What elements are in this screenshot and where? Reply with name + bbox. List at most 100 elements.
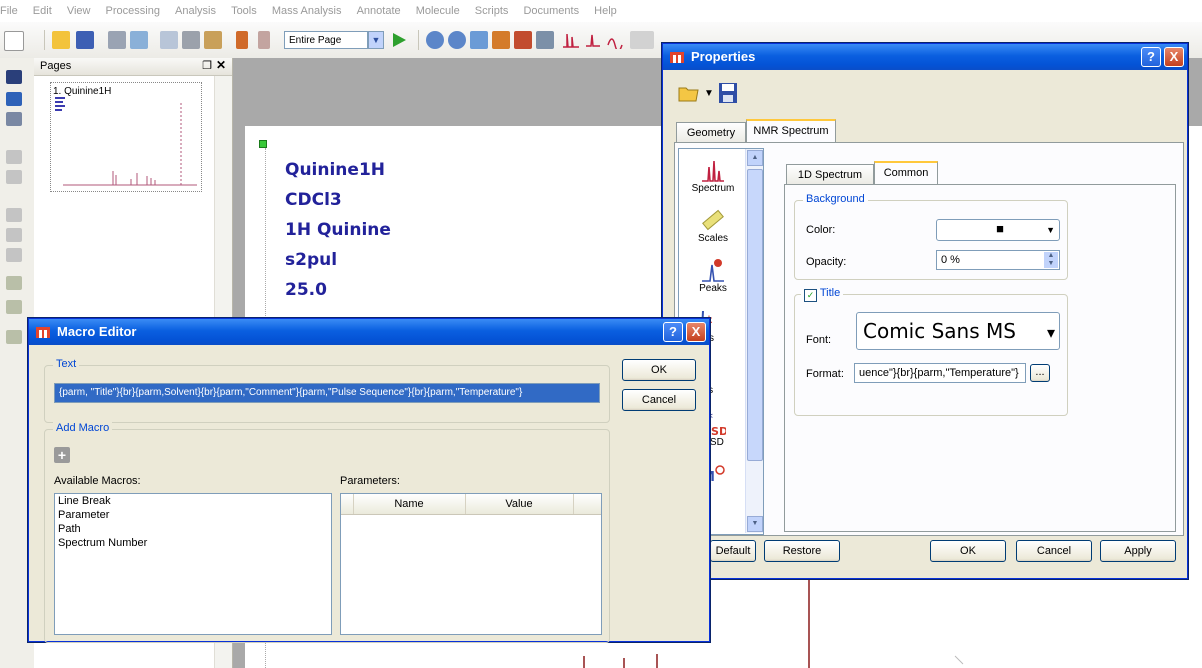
chevron-down-icon[interactable]: ▼ (704, 88, 714, 99)
close-button[interactable]: X (686, 322, 706, 342)
cancel-button[interactable]: Cancel (622, 389, 696, 411)
save-icon[interactable] (76, 31, 94, 49)
edit-icon[interactable] (6, 228, 22, 242)
menu-documents[interactable]: Documents (523, 0, 579, 22)
menu-tools[interactable]: Tools (231, 0, 257, 22)
print-preview-icon[interactable] (130, 31, 148, 49)
page-thumbnail[interactable]: 1. Quinine1H (50, 82, 202, 192)
properties-titlebar[interactable]: Properties ? X (663, 44, 1187, 70)
menu-view[interactable]: View (67, 0, 91, 22)
integrate-icon[interactable] (584, 31, 602, 49)
apply-button[interactable]: Apply (1100, 540, 1176, 562)
macro-item-path[interactable]: Path (55, 522, 331, 536)
tab-nmr-spectrum[interactable]: NMR Spectrum (746, 119, 836, 142)
fit-to-page-icon[interactable] (470, 31, 488, 49)
category-scales-label: Scales (697, 233, 728, 244)
close-icon[interactable]: ✕ (216, 58, 226, 72)
chevron-down-icon[interactable]: ▼ (368, 31, 384, 49)
opacity-spinbox[interactable]: 0 % ▲ ▼ (936, 250, 1060, 270)
grid-icon[interactable] (6, 112, 22, 126)
cut-icon[interactable] (182, 31, 200, 49)
print-icon[interactable] (108, 31, 126, 49)
tab-geometry[interactable]: Geometry (676, 122, 746, 142)
select-peaks-icon[interactable] (514, 31, 532, 49)
scroll-down-icon[interactable]: ▼ (747, 516, 763, 532)
menu-help[interactable]: Help (594, 0, 617, 22)
category-scales[interactable]: Scales (679, 207, 747, 244)
pin-icon[interactable]: ❐ (202, 59, 212, 72)
menu-mass-analysis[interactable]: Mass Analysis (272, 0, 342, 22)
title-checkbox[interactable]: ✓ (804, 289, 817, 302)
menu-file[interactable]: File (0, 0, 18, 22)
macro-editor-titlebar[interactable]: Macro Editor ? X (29, 319, 709, 345)
redo-icon[interactable] (258, 31, 270, 49)
open-folder-icon[interactable] (678, 84, 700, 102)
zoom-out-icon[interactable] (448, 31, 466, 49)
help-button[interactable]: ? (663, 322, 683, 342)
format-input[interactable]: uence"}{br}{parm,"Temperature"} (854, 363, 1026, 383)
tree-icon[interactable] (6, 92, 22, 106)
frame-icon[interactable] (6, 248, 22, 262)
menu-annotate[interactable]: Annotate (357, 0, 401, 22)
spectrum-pulse-line: s2pul (285, 250, 338, 270)
selection-handle[interactable] (259, 140, 267, 148)
category-spectrum[interactable]: Spectrum (679, 157, 747, 194)
copy-icon[interactable] (160, 31, 178, 49)
eraser-icon[interactable] (6, 208, 22, 222)
color-picker[interactable]: ■ ▼ (936, 219, 1060, 241)
category-scrollbar[interactable]: ▲ ▼ (745, 149, 763, 533)
list-icon[interactable] (6, 70, 22, 84)
zoom-select[interactable]: Entire Page (284, 31, 368, 49)
tab-common[interactable]: Common (874, 161, 938, 184)
default-button[interactable]: Default (710, 540, 756, 562)
tab-1d-spectrum[interactable]: 1D Spectrum (786, 164, 874, 184)
crop-icon[interactable] (6, 150, 22, 164)
available-macros-list[interactable]: Line Break Parameter Path Spectrum Numbe… (54, 493, 332, 635)
menu-processing[interactable]: Processing (106, 0, 160, 22)
layout-icon[interactable] (536, 31, 554, 49)
macro-item-spectrum-number[interactable]: Spectrum Number (55, 536, 331, 550)
font-label: Font: (806, 334, 832, 346)
spectrum-peaks-icon[interactable] (562, 31, 580, 49)
play-icon[interactable] (390, 31, 408, 49)
ok-button[interactable]: OK (622, 359, 696, 381)
zoom-in-icon[interactable] (426, 31, 444, 49)
category-peaks[interactable]: Peaks (679, 257, 747, 294)
macro-text-input[interactable]: {parm, "Title"}{br}{parm,Solvent}{br}{pa… (54, 383, 600, 403)
close-button[interactable]: X (1164, 47, 1184, 67)
macro-item-parameter[interactable]: Parameter (55, 508, 331, 522)
menu-edit[interactable]: Edit (33, 0, 52, 22)
pan-icon[interactable] (492, 31, 510, 49)
title-group-label: ✓ Title (801, 287, 844, 302)
spin-arrows-icon[interactable]: ▲ ▼ (1044, 252, 1058, 268)
help-button[interactable]: ? (1141, 47, 1161, 67)
menu-molecule[interactable]: Molecule (416, 0, 460, 22)
restore-button[interactable]: Restore (764, 540, 840, 562)
menu-analysis[interactable]: Analysis (175, 0, 216, 22)
save-icon[interactable] (718, 82, 738, 104)
ok-button[interactable]: OK (930, 540, 1006, 562)
paste-icon[interactable] (204, 31, 222, 49)
undo-icon[interactable] (236, 31, 248, 49)
macro-item-line-break[interactable]: Line Break (55, 494, 331, 508)
toolbar-overflow-icon[interactable] (630, 31, 654, 49)
table-icon[interactable] (6, 300, 22, 314)
baseline-icon[interactable] (606, 31, 624, 52)
scroll-up-icon[interactable]: ▲ (747, 150, 763, 166)
pages-panel-title: Pages (40, 60, 72, 72)
category-spectrum-label: Spectrum (691, 183, 735, 194)
new-document-icon[interactable] (4, 31, 24, 51)
font-selector[interactable]: Comic Sans MS ▾ (856, 312, 1060, 350)
format-browse-button[interactable]: ... (1030, 364, 1050, 382)
add-macro-icon[interactable]: + (54, 447, 70, 463)
annotation-icon[interactable] (6, 276, 22, 290)
menu-scripts[interactable]: Scripts (475, 0, 509, 22)
multiplet-icon[interactable] (6, 330, 22, 344)
open-folder-icon[interactable] (52, 31, 70, 49)
resize-icon[interactable] (6, 170, 22, 184)
parameters-table[interactable]: Name Value (340, 493, 602, 635)
column-value[interactable]: Value (467, 497, 571, 511)
cancel-button[interactable]: Cancel (1016, 540, 1092, 562)
scroll-thumb[interactable] (747, 169, 763, 461)
column-name[interactable]: Name (355, 497, 463, 511)
